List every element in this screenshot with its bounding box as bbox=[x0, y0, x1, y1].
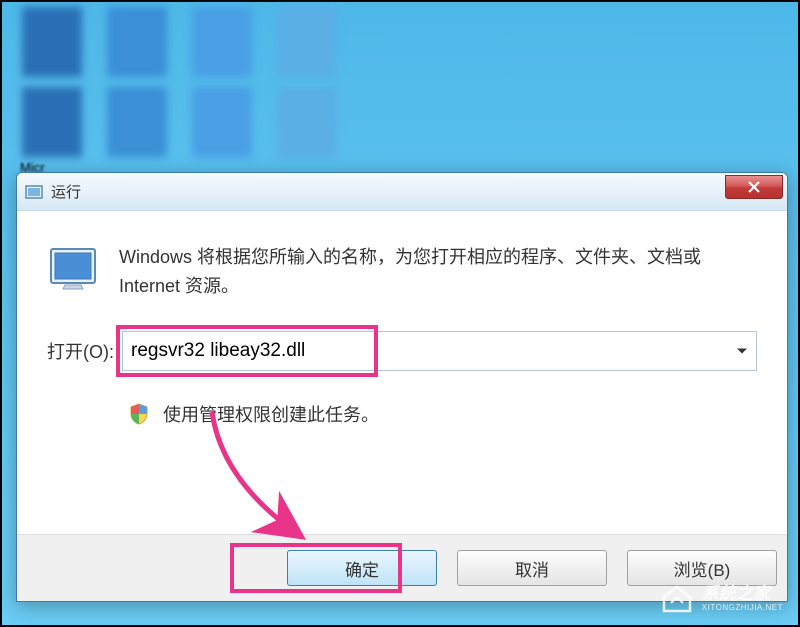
titlebar[interactable]: 运行 bbox=[17, 173, 787, 211]
cancel-button[interactable]: 取消 bbox=[457, 550, 607, 586]
run-titlebar-icon bbox=[25, 184, 43, 200]
desktop-icon bbox=[192, 7, 252, 77]
desktop-icon bbox=[277, 87, 337, 157]
shield-icon bbox=[127, 402, 151, 426]
desktop-icon bbox=[107, 7, 167, 77]
close-button[interactable] bbox=[725, 175, 783, 199]
watermark-logo-icon bbox=[658, 583, 696, 615]
dropdown-arrow-icon[interactable] bbox=[737, 348, 747, 353]
desktop-icon bbox=[22, 7, 82, 77]
desktop-icon bbox=[22, 87, 82, 157]
desktop-icon bbox=[277, 7, 337, 77]
dialog-title: 运行 bbox=[51, 181, 81, 202]
watermark-text-cn: 系统之家 bbox=[702, 585, 783, 604]
dialog-body: Windows 将根据您所输入的名称，为您打开相应的程序、文件夹、文档或 Int… bbox=[17, 211, 787, 487]
dialog-description: Windows 将根据您所输入的名称，为您打开相应的程序、文件夹、文档或 Int… bbox=[119, 241, 757, 301]
desktop-icon bbox=[192, 87, 252, 157]
open-label: 打开(O): bbox=[47, 338, 114, 364]
watermark: 系统之家 XITONGZHIJIA.NET bbox=[658, 583, 783, 615]
browse-button[interactable]: 浏览(B) bbox=[627, 550, 777, 586]
desktop-background: Micr bbox=[2, 2, 798, 172]
admin-privilege-text: 使用管理权限创建此任务。 bbox=[163, 401, 379, 427]
watermark-text-en: XITONGZHIJIA.NET bbox=[702, 604, 783, 613]
command-input[interactable] bbox=[122, 331, 757, 371]
ok-button[interactable]: 确定 bbox=[287, 550, 437, 586]
desktop-icon bbox=[107, 87, 167, 157]
run-dialog-icon bbox=[47, 241, 99, 293]
run-dialog: 运行 Windows 将根据您所输入的名称，为您打开相应的程序、文件夹、文档或 … bbox=[16, 172, 788, 602]
